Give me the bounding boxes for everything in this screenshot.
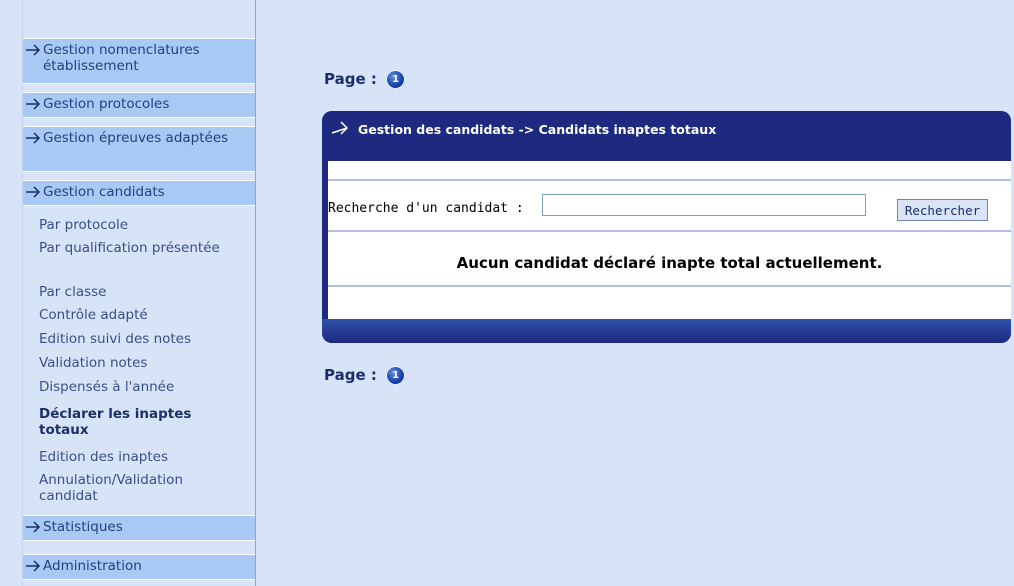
arrow-right-icon xyxy=(331,121,349,135)
sidebar-link-par-classe[interactable]: Par classe xyxy=(39,284,106,300)
panel-footer xyxy=(322,319,1011,343)
sidebar-link-declarer-inaptes[interactable]: Déclarer les inaptes totaux xyxy=(39,406,239,438)
search-input[interactable] xyxy=(542,194,866,216)
panel-body: Recherche d'un candidat : Rechercher Auc… xyxy=(328,161,1011,319)
search-button[interactable]: Rechercher xyxy=(897,199,988,221)
sidebar-section-epreuves[interactable]: Gestion épreuves adaptées xyxy=(23,126,255,172)
sidebar-section-statistiques[interactable]: Statistiques xyxy=(23,515,255,541)
page-number-button[interactable]: 1 xyxy=(386,70,406,89)
sidebar-section-candidats[interactable]: Gestion candidats xyxy=(23,180,255,206)
arrow-right-icon xyxy=(26,44,41,56)
sidebar-section-protocoles[interactable]: Gestion protocoles xyxy=(23,92,255,118)
arrow-right-icon xyxy=(26,132,41,144)
sidebar-link-edition-inaptes[interactable]: Edition des inaptes xyxy=(39,449,168,465)
sidebar: Gestion nomenclatures établissement Gest… xyxy=(22,0,256,586)
sidebar-section-label: Administration xyxy=(43,558,142,574)
sidebar-link-annulation-validation[interactable]: Annulation/Validation candidat xyxy=(39,472,239,504)
sidebar-link-par-qualification[interactable]: Par qualification présentée xyxy=(39,240,239,256)
sidebar-section-administration[interactable]: Administration xyxy=(23,554,255,580)
sidebar-section-label: Statistiques xyxy=(43,519,123,535)
sidebar-section-label: Gestion épreuves adaptées xyxy=(43,130,229,146)
divider xyxy=(328,285,1011,287)
sidebar-section-label: Gestion candidats xyxy=(43,184,165,200)
divider xyxy=(328,179,1011,181)
page-number-button[interactable]: 1 xyxy=(386,366,406,385)
pagination-top: Page : 1 xyxy=(324,70,406,89)
arrow-right-icon xyxy=(26,521,41,533)
pagination-label: Page : xyxy=(324,70,377,88)
sidebar-section-nomenclatures[interactable]: Gestion nomenclatures établissement xyxy=(23,38,255,84)
sidebar-link-controle-adapte[interactable]: Contrôle adapté xyxy=(39,307,148,323)
candidates-panel: Gestion des candidats -> Candidats inapt… xyxy=(322,111,1011,343)
sidebar-section-label: Gestion nomenclatures établissement xyxy=(43,42,200,74)
sidebar-link-par-protocole[interactable]: Par protocole xyxy=(39,217,128,233)
pagination-bottom: Page : 1 xyxy=(324,366,406,385)
arrow-right-icon xyxy=(26,98,41,110)
search-label: Recherche d'un candidat : xyxy=(328,201,524,216)
divider xyxy=(328,230,1011,232)
arrow-right-icon xyxy=(26,186,41,198)
empty-message: Aucun candidat déclaré inapte total actu… xyxy=(456,254,883,272)
sidebar-section-label: Gestion protocoles xyxy=(43,96,170,112)
panel-title: Gestion des candidats -> Candidats inapt… xyxy=(358,122,717,137)
sidebar-link-dispenses[interactable]: Dispensés à l'année xyxy=(39,379,174,395)
arrow-right-icon xyxy=(26,560,41,572)
pagination-label: Page : xyxy=(324,366,377,384)
sidebar-link-validation-notes[interactable]: Validation notes xyxy=(39,355,147,371)
sidebar-link-edition-suivi[interactable]: Edition suivi des notes xyxy=(39,331,191,347)
panel-header: Gestion des candidats -> Candidats inapt… xyxy=(322,111,1011,161)
